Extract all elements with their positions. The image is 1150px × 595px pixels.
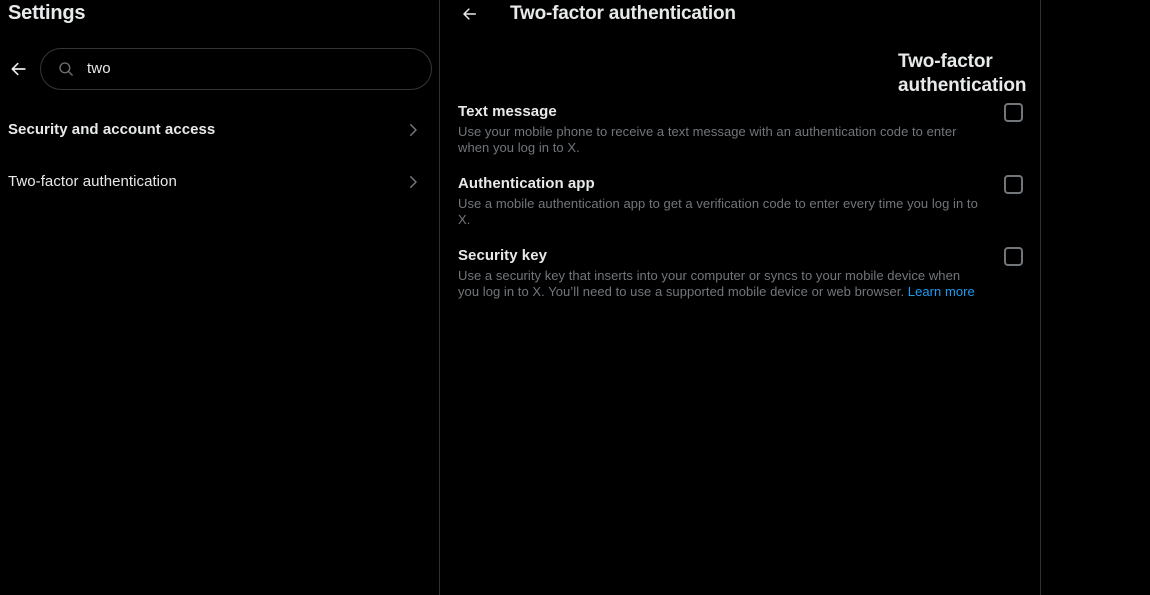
option-text-message[interactable]: Text message Use your mobile phone to re… <box>440 94 1041 166</box>
back-arrow-icon <box>11 62 26 76</box>
option-checkbox-security-key[interactable] <box>1004 247 1023 266</box>
chevron-right-icon <box>410 176 417 188</box>
option-description: Use a mobile authentication app to get a… <box>458 196 984 228</box>
right-empty-column <box>1041 0 1150 595</box>
section-heading: Two-factor authentication <box>898 51 1027 96</box>
settings-page: Settings two Security and account access <box>0 0 1150 595</box>
detail-header-title: Two-factor authentication <box>510 3 736 24</box>
option-description: Use your mobile phone to receive a text … <box>458 124 984 156</box>
sidebar-item-two-factor-authentication[interactable]: Two-factor authentication <box>0 156 440 208</box>
option-title: Text message <box>458 103 557 120</box>
option-description-text: Use a mobile authentication app to get a… <box>458 196 978 227</box>
option-text-block: Authentication app Use a mobile authenti… <box>458 174 1004 228</box>
settings-sidebar: Settings two Security and account access <box>0 0 440 595</box>
learn-more-link[interactable]: Learn more <box>908 284 975 299</box>
settings-search-results: Security and account access Two-factor a… <box>0 104 440 208</box>
detail-header: Two-factor authentication <box>440 0 1041 28</box>
detail-back-button[interactable] <box>458 2 482 26</box>
sidebar-item-security-and-account-access[interactable]: Security and account access <box>0 104 440 156</box>
option-security-key[interactable]: Security key Use a security key that ins… <box>440 238 1041 310</box>
search-input-value: two <box>87 60 111 77</box>
search-row: two <box>0 48 440 90</box>
option-description: Use a security key that inserts into you… <box>458 268 984 300</box>
detail-panel: Two-factor authentication Two-factor aut… <box>440 0 1041 595</box>
sidebar-item-label: Security and account access <box>8 121 216 138</box>
chevron-right-icon <box>410 124 417 136</box>
search-icon <box>59 62 73 76</box>
option-text-block: Text message Use your mobile phone to re… <box>458 102 1004 156</box>
option-title: Security key <box>458 247 547 264</box>
option-checkbox-authentication-app[interactable] <box>1004 175 1023 194</box>
back-arrow-icon <box>463 8 476 20</box>
sidebar-back-button[interactable] <box>2 52 36 86</box>
page-title: Settings <box>8 2 86 24</box>
option-authentication-app[interactable]: Authentication app Use a mobile authenti… <box>440 166 1041 238</box>
sidebar-item-label: Two-factor authentication <box>8 173 177 190</box>
option-checkbox-text-message[interactable] <box>1004 103 1023 122</box>
option-text-block: Security key Use a security key that ins… <box>458 246 1004 300</box>
option-description-text: Use a security key that inserts into you… <box>458 268 961 299</box>
two-factor-options-list: Text message Use your mobile phone to re… <box>440 94 1041 310</box>
search-input[interactable]: two <box>40 48 432 90</box>
option-description-text: Use your mobile phone to receive a text … <box>458 124 957 155</box>
option-title: Authentication app <box>458 175 595 192</box>
